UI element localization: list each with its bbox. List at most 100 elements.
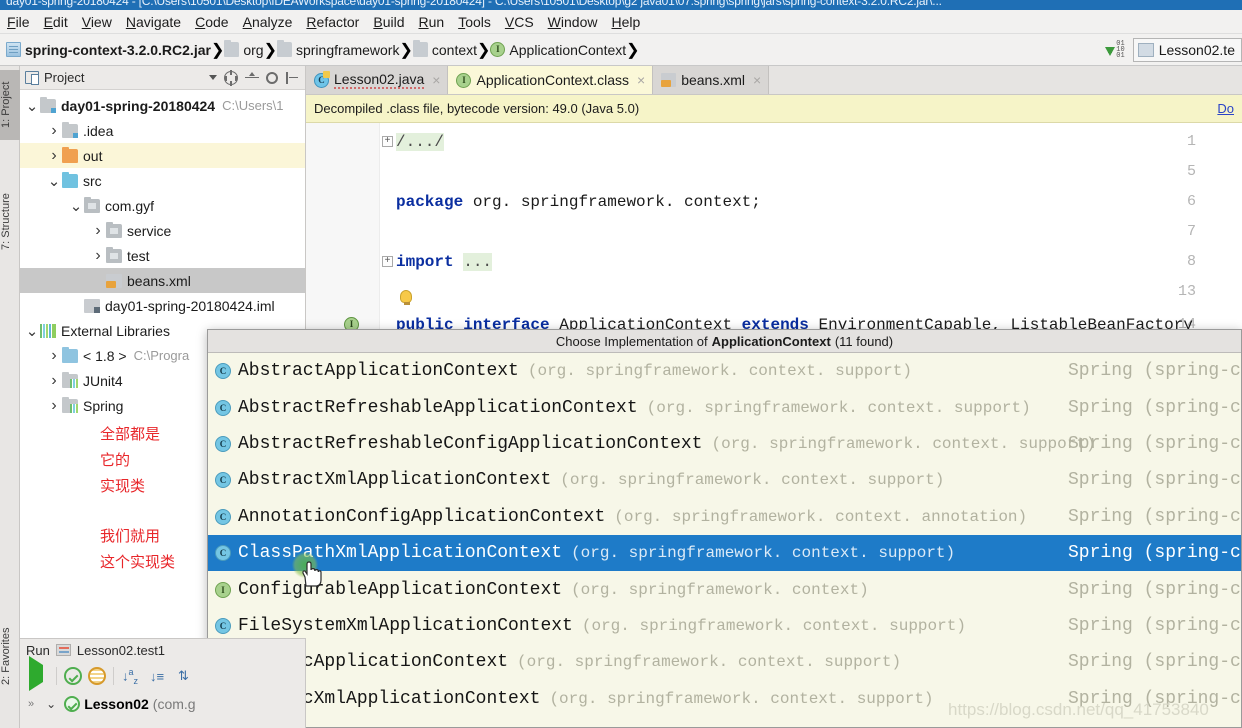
popup-title-suffix: (11 found) [834, 333, 894, 349]
show-passed-icon[interactable] [64, 667, 82, 685]
chevron-down-icon[interactable]: ⌄ [46, 172, 62, 190]
test-class-label[interactable]: Lesson02 [84, 696, 149, 712]
chevron-right-icon[interactable]: › [90, 247, 106, 265]
breadcrumb-item-spring-context-3-2-0-rc2-jar[interactable]: spring-context-3.2.0.RC2.jar [6, 42, 211, 58]
chevron-right-icon[interactable]: › [46, 347, 62, 365]
menu-item-code[interactable]: Code [188, 11, 235, 33]
menu-item-edit[interactable]: Edit [37, 11, 75, 33]
gear-icon[interactable] [266, 71, 278, 84]
menu-item-run[interactable]: Run [411, 11, 451, 33]
editor-tab-label: ApplicationContext.class [476, 72, 630, 88]
menu-item-tools[interactable]: Tools [451, 11, 498, 33]
tree-node-label: beans.xml [127, 272, 191, 289]
close-icon[interactable]: × [634, 72, 645, 88]
chevron-down-icon[interactable]: ⌄ [24, 322, 40, 340]
xml-file-icon [661, 73, 677, 87]
sidebar-tab-structure[interactable]: 7: Structure [0, 176, 20, 268]
run-configuration-chip[interactable]: Lesson02.te [1132, 37, 1242, 62]
breadcrumb-label: ApplicationContext [509, 41, 627, 58]
locate-icon[interactable] [224, 69, 238, 85]
fold-toggle-icon[interactable]: + [382, 256, 393, 267]
breadcrumb-item-applicationcontext[interactable]: I ApplicationContext [490, 42, 626, 58]
tree-node-label: day01-spring-20180424 [61, 97, 216, 114]
menu-item-refactor[interactable]: Refactor [299, 11, 366, 33]
hide-icon[interactable] [285, 71, 299, 85]
folder-icon [276, 40, 292, 57]
menu-item-view[interactable]: View [75, 11, 119, 33]
chevron-right-icon[interactable]: › [46, 397, 62, 415]
editor-tab-lesson02[interactable]: C Lesson02.java × [306, 66, 449, 94]
implementation-row[interactable]: C AbstractApplicationContext (org. springf… [208, 353, 1241, 389]
implementation-row[interactable]: C AbstractRefreshableConfigApplicationCon… [208, 426, 1241, 462]
project-panel-header: Project [20, 66, 305, 90]
implementation-row[interactable]: C AbstractRefreshableApplicationContext (o… [208, 389, 1241, 425]
close-icon[interactable]: × [429, 72, 440, 88]
tree-node-label: test [127, 247, 150, 264]
menu-item-vcs[interactable]: VCS [498, 11, 541, 33]
code-line: /.../ [396, 133, 445, 151]
sort-alphabetically-icon[interactable]: ↓az [122, 667, 142, 686]
class-icon: C [215, 399, 231, 416]
sidebar-tab-project[interactable]: 1: Project [0, 70, 20, 140]
left-tool-strip: 1: Project 7: Structure 2: Favorites [0, 66, 20, 728]
tree-node-day01-spring-20180424-iml[interactable]: day01-spring-20180424.iml [20, 293, 305, 318]
implementation-row[interactable]: CGenericApplicationContext(org. springfr… [208, 644, 1241, 680]
implementation-list[interactable]: C AbstractApplicationContext (org. springf… [208, 353, 1241, 728]
menu-item-window[interactable]: Window [541, 11, 605, 33]
chevron-down-icon[interactable]: ⌄ [68, 197, 84, 215]
tree-node-service[interactable]: › service [20, 218, 305, 243]
editor-tab-applicationcontext[interactable]: I ApplicationContext.class × [448, 66, 654, 94]
menu-item-build[interactable]: Build [366, 11, 411, 33]
chevron-right-icon[interactable]: › [46, 372, 62, 390]
editor-tab-beansxml[interactable]: beans.xml × [653, 66, 770, 94]
implementation-package: (org. springframework. context. annotati… [614, 507, 1028, 526]
expand-toolbar-icon[interactable]: » [24, 698, 38, 710]
sort-by-duration-icon[interactable]: ↓≡ [150, 669, 170, 684]
menu-item-help[interactable]: Help [604, 11, 647, 33]
chevron-down-icon[interactable] [209, 75, 217, 80]
tree-node-test[interactable]: › test [20, 243, 305, 268]
chevron-right-icon[interactable]: › [46, 147, 62, 165]
implementation-row[interactable]: C ClassPathXmlApplicationContext (org. spr… [208, 534, 1241, 572]
breadcrumb-item-springframework[interactable]: springframework [276, 40, 399, 58]
implementation-row[interactable]: I ConfigurableApplicationContext (org. spr… [208, 571, 1241, 607]
implementation-row[interactable]: C AnnotationConfigApplicationContext (org.… [208, 499, 1241, 535]
fold-toggle-icon[interactable]: + [382, 136, 393, 147]
implementation-name: AbstractXmlApplicationContext [238, 470, 552, 491]
breadcrumb-separator: ❯ [263, 41, 277, 59]
implementation-library: Spring (spring-co [1068, 470, 1241, 491]
chevron-down-icon[interactable]: ⌄ [24, 97, 40, 115]
download-sources-link[interactable]: Do [1217, 101, 1234, 116]
tree-node-src[interactable]: ⌄ src [20, 168, 305, 193]
jar-library-icon [62, 396, 78, 413]
expand-collapse-icon[interactable]: ⇅ [178, 668, 198, 684]
tree-node-label: JUnit4 [83, 372, 123, 389]
implementation-row[interactable]: C AbstractXmlApplicationContext (org. spri… [208, 462, 1241, 498]
jar-icon [6, 42, 21, 57]
breadcrumb-item-org[interactable]: org [224, 40, 264, 58]
collapse-all-icon[interactable] [245, 71, 259, 85]
close-icon[interactable]: × [750, 72, 761, 88]
download-icon[interactable]: 01 10 01 [1105, 40, 1125, 59]
menu-item-analyze[interactable]: Analyze [236, 11, 300, 33]
chevron-right-icon[interactable]: › [90, 222, 106, 240]
show-ignored-icon[interactable] [88, 667, 106, 685]
tree-node-day01-spring-20180424[interactable]: ⌄ day01-spring-20180424 C:\Users\1 [20, 93, 305, 118]
implementation-name: AnnotationConfigApplicationContext [238, 506, 606, 527]
code-line: import ... [396, 253, 493, 271]
implementation-name: ClassPathXmlApplicationContext [238, 543, 563, 564]
chevron-down-icon[interactable]: ⌄ [42, 697, 60, 711]
menu-item-navigate[interactable]: Navigate [119, 11, 188, 33]
menu-item-file[interactable]: File [0, 11, 37, 33]
implementation-row[interactable]: C FileSystemXmlApplicationContext (org. sp… [208, 608, 1241, 644]
tree-node--idea[interactable]: › .idea [20, 118, 305, 143]
sidebar-tab-favorites[interactable]: 2: Favorites [0, 606, 20, 706]
breadcrumb-item-context[interactable]: context [412, 40, 477, 58]
tree-node-com-gyf[interactable]: ⌄ com.gyf [20, 193, 305, 218]
chevron-right-icon[interactable]: › [46, 122, 62, 140]
tree-node-out[interactable]: › out [20, 143, 305, 168]
breadcrumb-label: spring-context-3.2.0.RC2.jar [25, 41, 211, 58]
run-button[interactable] [26, 656, 48, 691]
tree-node-beans-xml[interactable]: beans.xml [20, 268, 305, 293]
lightbulb-icon[interactable] [400, 290, 412, 305]
